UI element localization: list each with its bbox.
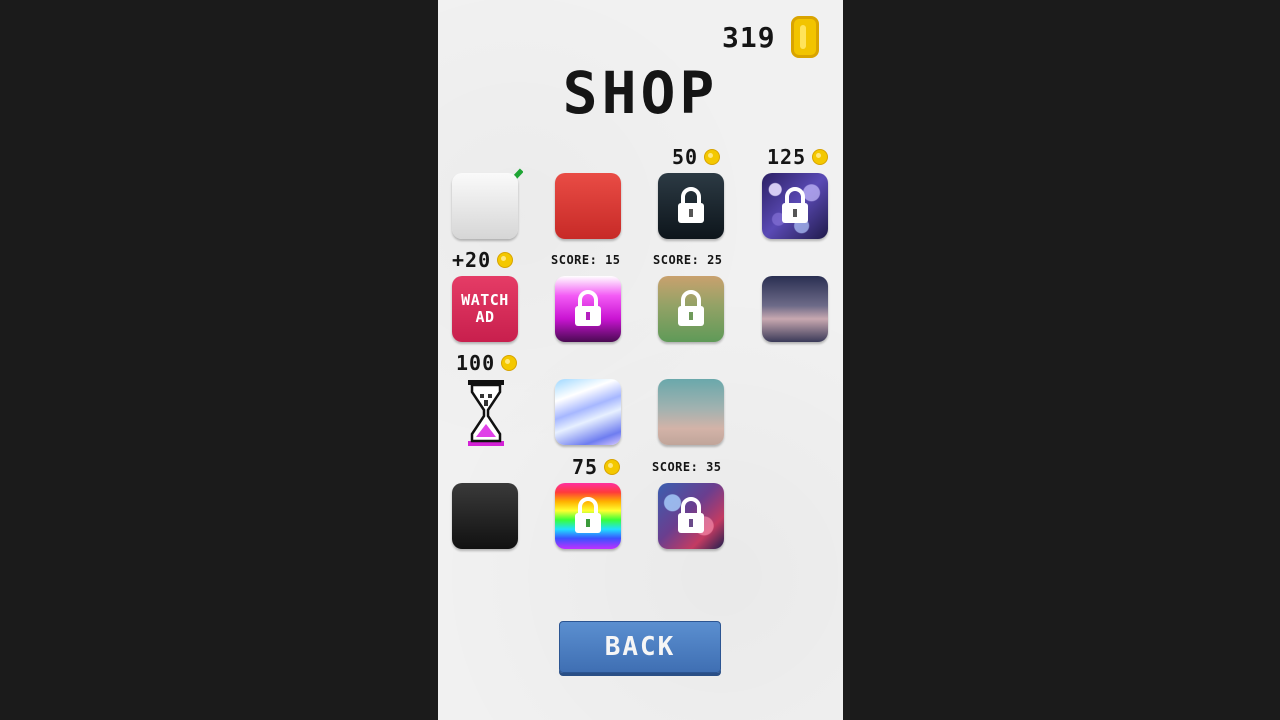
price-label-bokeh: 125 bbox=[767, 145, 829, 169]
game-screen: 319 SHOP 50 125 +20 SCORE: 15 SCORE: 25 … bbox=[438, 0, 843, 720]
lock-icon bbox=[678, 187, 704, 223]
coin-icon bbox=[497, 252, 514, 268]
score-label-galaxy: SCORE: 35 bbox=[652, 460, 722, 474]
skin-white[interactable] bbox=[452, 173, 518, 239]
coin-icon bbox=[704, 149, 721, 165]
watch-ad-button[interactable]: WATCH AD bbox=[452, 276, 518, 342]
coin-icon bbox=[791, 16, 819, 58]
skin-night-sky[interactable] bbox=[762, 276, 828, 342]
price-text: 50 bbox=[672, 145, 699, 169]
watch-ad-reward-label: +20 bbox=[452, 248, 514, 272]
coin-icon bbox=[812, 149, 829, 165]
skin-bokeh-locked[interactable] bbox=[762, 173, 828, 239]
skin-olive-locked[interactable] bbox=[658, 276, 724, 342]
lock-icon bbox=[678, 497, 704, 533]
skin-galaxy-locked[interactable] bbox=[658, 483, 724, 549]
skin-black[interactable] bbox=[452, 483, 518, 549]
price-text: 100 bbox=[456, 351, 496, 375]
skin-rainbow-locked[interactable] bbox=[555, 483, 621, 549]
skin-magenta-locked[interactable] bbox=[555, 276, 621, 342]
hourglass-icon[interactable] bbox=[460, 378, 512, 448]
shop-title: SHOP bbox=[562, 59, 719, 127]
skin-dusk[interactable] bbox=[658, 379, 724, 445]
skin-dark-locked[interactable] bbox=[658, 173, 724, 239]
watch-ad-line2: AD bbox=[475, 308, 495, 326]
lock-icon bbox=[575, 497, 601, 533]
price-label-hourglass: 100 bbox=[456, 351, 518, 375]
price-text: 125 bbox=[767, 145, 807, 169]
score-label-olive: SCORE: 25 bbox=[653, 253, 723, 267]
skin-red[interactable] bbox=[555, 173, 621, 239]
reward-text: +20 bbox=[452, 248, 492, 272]
watch-ad-line1: WATCH bbox=[461, 291, 509, 309]
coin-count: 319 bbox=[722, 21, 776, 54]
coin-icon bbox=[604, 459, 621, 475]
back-button[interactable]: BACK bbox=[559, 621, 721, 673]
score-label-magenta: SCORE: 15 bbox=[551, 253, 621, 267]
price-text: 75 bbox=[572, 455, 599, 479]
lock-icon bbox=[575, 290, 601, 326]
skin-stripes[interactable] bbox=[555, 379, 621, 445]
price-label-rainbow: 75 bbox=[572, 455, 621, 479]
lock-icon bbox=[782, 187, 808, 223]
coin-icon bbox=[501, 355, 518, 371]
price-label-dark: 50 bbox=[672, 145, 721, 169]
lock-icon bbox=[678, 290, 704, 326]
